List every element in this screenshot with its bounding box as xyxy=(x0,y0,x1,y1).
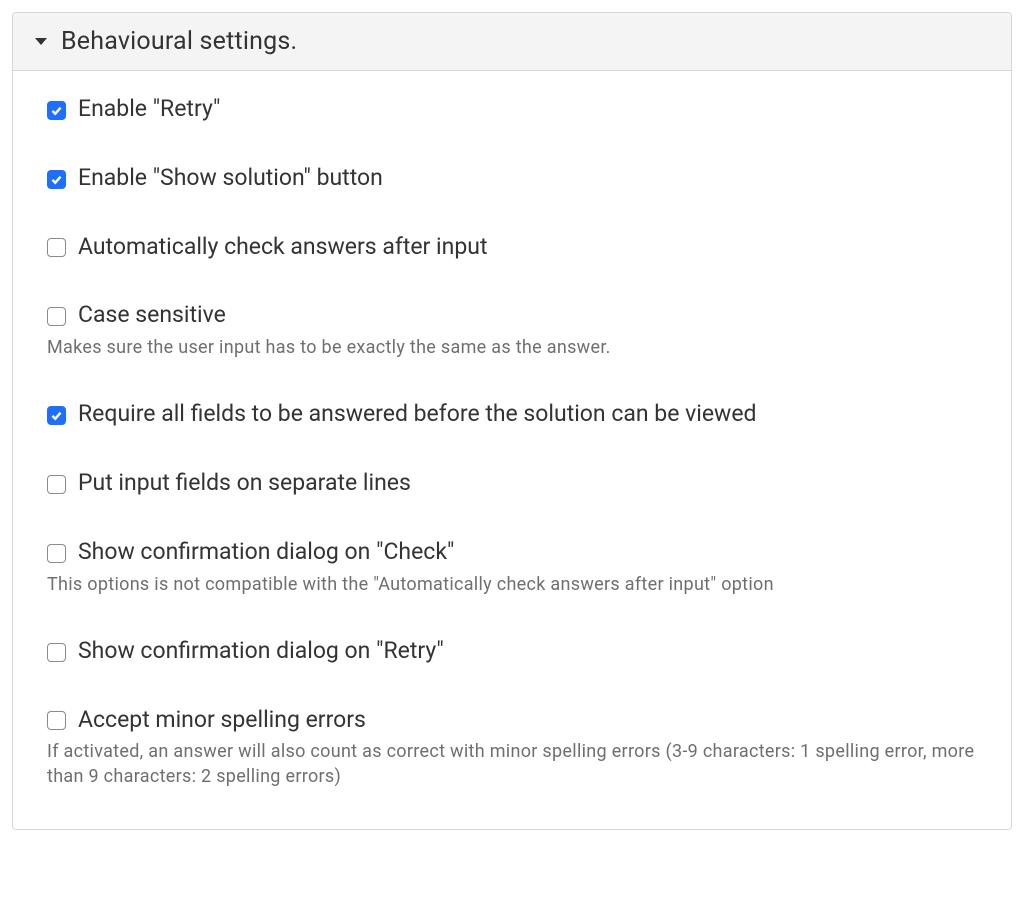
field-row: Require all fields to be answered before… xyxy=(47,400,977,429)
behavioural-settings-panel: Behavioural settings. Enable "Retry"Enab… xyxy=(12,12,1012,830)
panel-body: Enable "Retry" Enable "Show solution" but… xyxy=(13,71,1011,829)
field-description: This options is not compatible with the … xyxy=(47,573,977,597)
checkmark-icon xyxy=(50,173,63,186)
field-require_all_fields: Require all fields to be answered before… xyxy=(47,400,977,429)
checkbox-separate_lines[interactable] xyxy=(47,475,66,494)
chevron-down-icon xyxy=(35,38,47,45)
field-label[interactable]: Automatically check answers after input xyxy=(78,233,487,262)
checkbox-confirm_retry[interactable] xyxy=(47,643,66,662)
panel-header[interactable]: Behavioural settings. xyxy=(13,13,1011,71)
field-separate_lines: Put input fields on separate lines xyxy=(47,469,977,498)
field-row: Show confirmation dialog on "Retry" xyxy=(47,637,977,666)
checkmark-icon xyxy=(50,104,63,117)
field-label[interactable]: Show confirmation dialog on "Retry" xyxy=(78,637,444,666)
field-enable_show_solution: Enable "Show solution" button xyxy=(47,164,977,193)
field-row: Case sensitive xyxy=(47,301,977,330)
field-label[interactable]: Enable "Show solution" button xyxy=(78,164,383,193)
field-accept_spelling: Accept minor spelling errors If activated… xyxy=(47,706,977,789)
field-row: Put input fields on separate lines xyxy=(47,469,977,498)
checkmark-icon xyxy=(50,409,63,422)
field-confirm_retry: Show confirmation dialog on "Retry" xyxy=(47,637,977,666)
field-label[interactable]: Enable "Retry" xyxy=(78,95,220,124)
field-row: Enable "Retry" xyxy=(47,95,977,124)
field-row: Accept minor spelling errors xyxy=(47,706,977,735)
field-confirm_check: Show confirmation dialog on "Check" This … xyxy=(47,538,977,597)
field-label[interactable]: Require all fields to be answered before… xyxy=(78,400,757,429)
checkbox-enable_retry[interactable] xyxy=(47,101,66,120)
field-row: Show confirmation dialog on "Check" xyxy=(47,538,977,567)
field-label[interactable]: Show confirmation dialog on "Check" xyxy=(78,538,454,567)
field-label[interactable]: Case sensitive xyxy=(78,301,226,330)
field-row: Automatically check answers after input xyxy=(47,233,977,262)
checkbox-confirm_check[interactable] xyxy=(47,544,66,563)
checkbox-auto_check[interactable] xyxy=(47,238,66,257)
checkbox-accept_spelling[interactable] xyxy=(47,711,66,730)
checkbox-enable_show_solution[interactable] xyxy=(47,170,66,189)
field-case_sensitive: Case sensitive Makes sure the user input … xyxy=(47,301,977,360)
checkbox-require_all_fields[interactable] xyxy=(47,406,66,425)
field-auto_check: Automatically check answers after input xyxy=(47,233,977,262)
field-enable_retry: Enable "Retry" xyxy=(47,95,977,124)
field-row: Enable "Show solution" button xyxy=(47,164,977,193)
checkbox-case_sensitive[interactable] xyxy=(47,307,66,326)
field-description: If activated, an answer will also count … xyxy=(47,740,977,789)
field-label[interactable]: Put input fields on separate lines xyxy=(78,469,411,498)
field-description: Makes sure the user input has to be exac… xyxy=(47,336,977,360)
field-label[interactable]: Accept minor spelling errors xyxy=(78,706,366,735)
panel-title: Behavioural settings. xyxy=(61,27,297,56)
